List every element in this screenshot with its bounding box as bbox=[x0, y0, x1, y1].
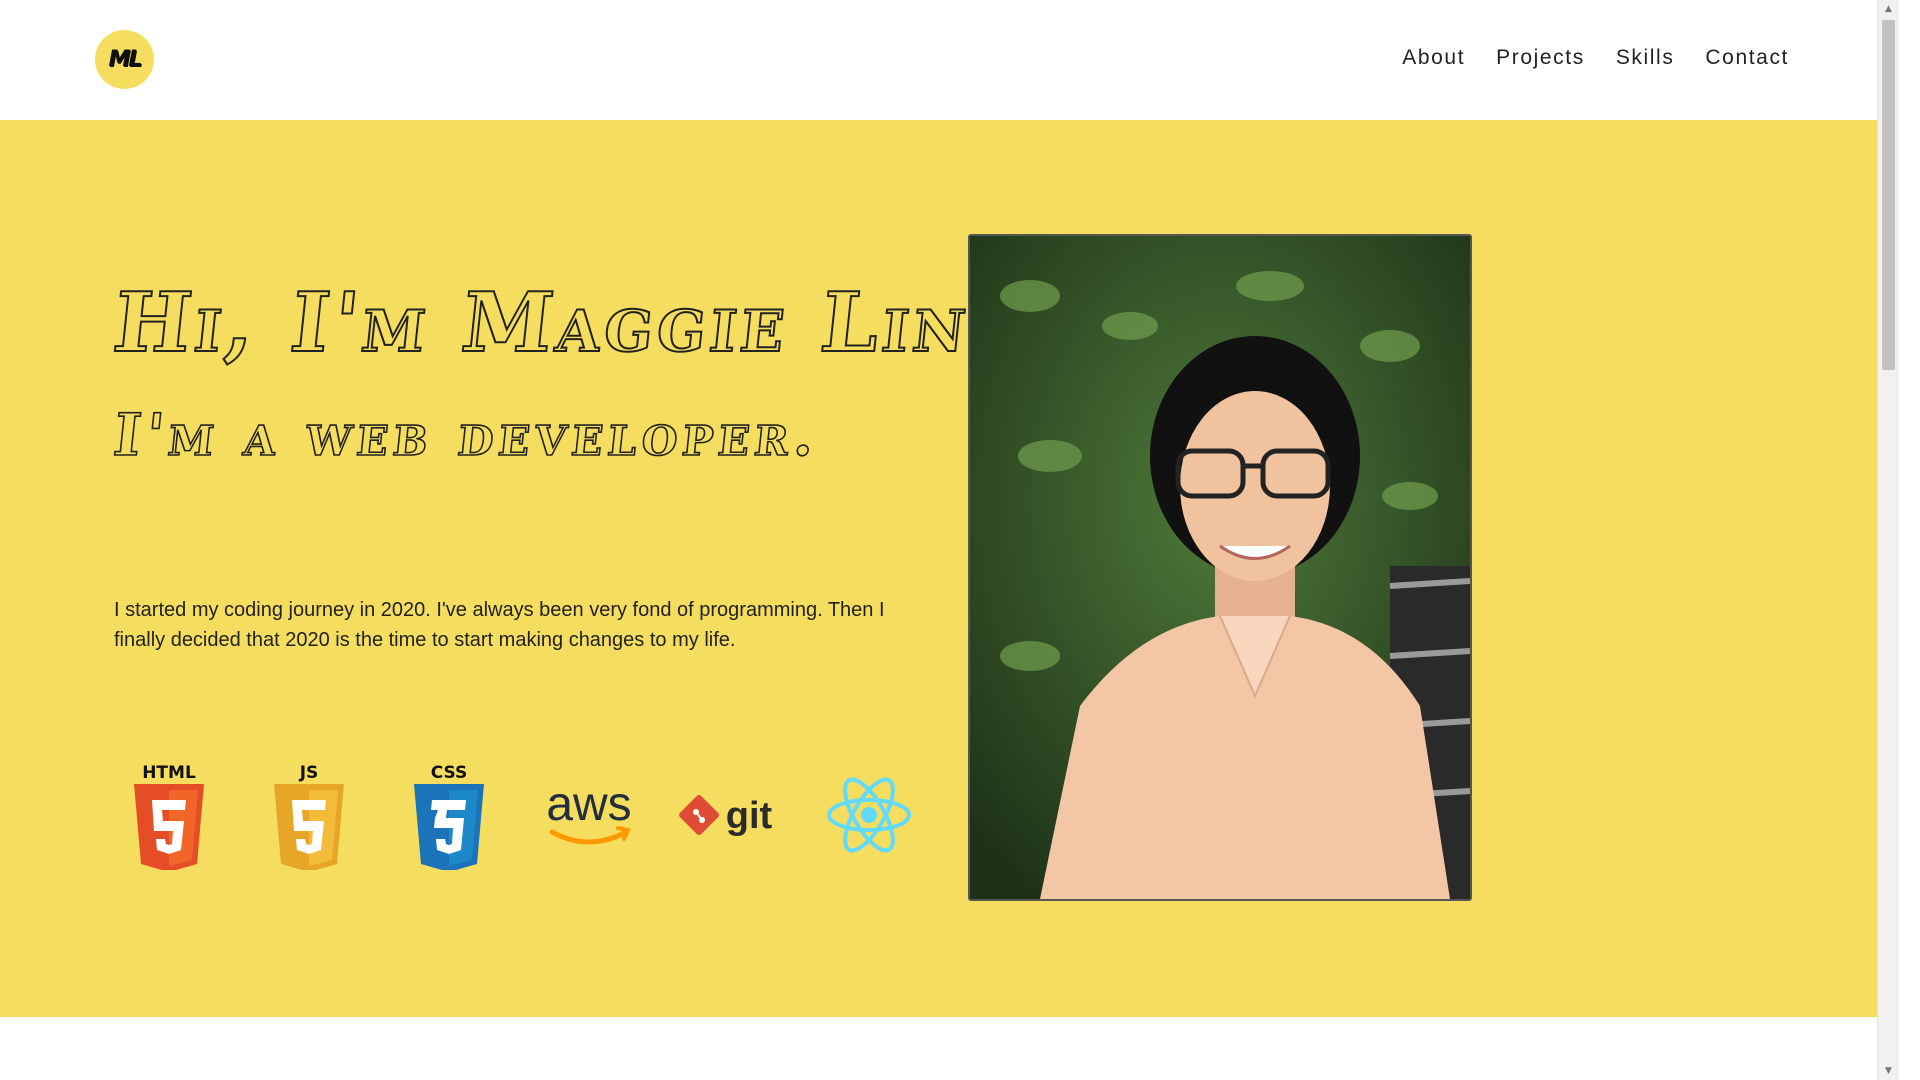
nav-about[interactable]: About bbox=[1402, 46, 1465, 70]
scrollbar[interactable]: ▲ ▼ bbox=[1877, 0, 1899, 1080]
skill-icons: HTML JS CSS aws git bbox=[114, 760, 914, 870]
git-icon: git bbox=[674, 760, 784, 870]
html5-label: HTML bbox=[142, 763, 196, 783]
aws-icon: aws bbox=[534, 760, 644, 870]
profile-photo bbox=[968, 234, 1472, 901]
hero-subheadline: I'm a web developer. bbox=[110, 400, 824, 470]
aws-label: aws bbox=[546, 778, 631, 831]
hero-bio: I started my coding journey in 2020. I'v… bbox=[114, 599, 885, 651]
css-label: CSS bbox=[431, 763, 468, 783]
site-header: ML About Projects Skills Contact bbox=[0, 0, 1899, 120]
html5-icon: HTML bbox=[114, 760, 224, 870]
hero-headline: Hi, I'm Maggie Lin. bbox=[108, 274, 1008, 372]
nav-skills[interactable]: Skills bbox=[1616, 46, 1675, 70]
scroll-down-icon[interactable]: ▼ bbox=[1878, 1062, 1899, 1080]
scroll-thumb[interactable] bbox=[1882, 20, 1895, 370]
page: ML About Projects Skills Contact Hi, I'm… bbox=[0, 0, 1899, 1080]
nav-projects[interactable]: Projects bbox=[1496, 46, 1585, 70]
javascript-icon: JS bbox=[254, 760, 364, 870]
logo[interactable]: ML bbox=[95, 30, 154, 89]
git-label: git bbox=[726, 795, 773, 837]
css3-icon: CSS bbox=[394, 760, 504, 870]
main-nav: About Projects Skills Contact bbox=[1402, 46, 1789, 70]
scroll-up-icon[interactable]: ▲ bbox=[1878, 0, 1899, 18]
logo-text: ML bbox=[108, 47, 143, 72]
react-icon bbox=[814, 760, 924, 870]
js-label: JS bbox=[299, 763, 319, 783]
nav-contact[interactable]: Contact bbox=[1705, 46, 1789, 70]
hero-section: Hi, I'm Maggie Lin. I'm a web developer.… bbox=[0, 120, 1899, 1017]
